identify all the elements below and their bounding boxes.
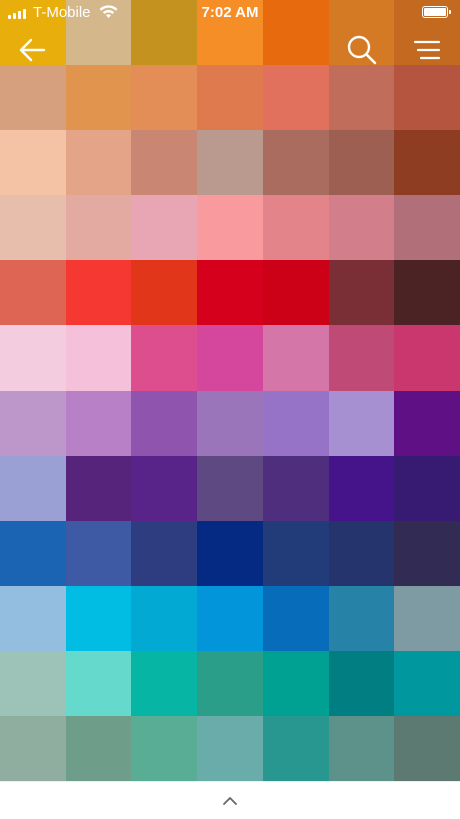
chevron-up-icon [223,796,237,805]
color-swatch[interactable] [328,325,395,391]
color-swatch[interactable] [197,650,263,716]
color-swatch[interactable] [197,715,263,781]
color-swatch[interactable] [65,195,132,261]
color-swatch[interactable] [394,195,460,261]
color-swatch[interactable] [262,65,329,131]
color-swatch[interactable] [328,130,395,196]
search-button[interactable] [342,30,382,70]
color-swatch-grid [0,0,460,781]
color-swatch[interactable] [131,715,198,781]
color-swatch[interactable] [262,715,329,781]
color-swatch[interactable] [131,650,198,716]
color-swatch[interactable] [262,520,329,586]
color-swatch[interactable] [394,650,460,716]
color-swatch[interactable] [65,325,132,391]
color-swatch[interactable] [328,585,395,651]
color-swatch[interactable] [0,195,66,261]
color-swatch[interactable] [131,455,198,521]
color-swatch[interactable] [131,195,198,261]
color-swatch[interactable] [328,455,395,521]
color-swatch[interactable] [197,130,263,196]
color-swatch[interactable] [262,455,329,521]
color-swatch[interactable] [65,65,132,131]
color-swatch[interactable] [65,520,132,586]
color-swatch[interactable] [65,260,132,326]
menu-icon [413,40,441,60]
color-swatch[interactable] [394,390,460,456]
status-bar: T-Mobile 7:02 AM [0,0,460,26]
color-swatch[interactable] [197,65,263,131]
color-swatch[interactable] [197,195,263,261]
color-swatch[interactable] [394,325,460,391]
color-swatch[interactable] [262,260,329,326]
color-swatch[interactable] [131,585,198,651]
color-swatch[interactable] [131,65,198,131]
color-swatch[interactable] [394,520,460,586]
color-swatch[interactable] [328,390,395,456]
color-swatch[interactable] [328,715,395,781]
color-swatch[interactable] [394,260,460,326]
expand-drawer-button[interactable] [210,786,250,816]
color-swatch[interactable] [328,650,395,716]
color-swatch[interactable] [0,715,66,781]
color-swatch[interactable] [197,520,263,586]
color-swatch[interactable] [328,520,395,586]
color-swatch[interactable] [328,195,395,261]
color-swatch[interactable] [0,650,66,716]
clock: 7:02 AM [201,4,259,21]
color-swatch[interactable] [394,585,460,651]
color-swatch[interactable] [131,520,198,586]
color-swatch[interactable] [131,390,198,456]
color-swatch[interactable] [0,260,66,326]
color-swatch[interactable] [328,65,395,131]
color-swatch[interactable] [197,455,263,521]
color-swatch[interactable] [394,65,460,131]
color-swatch[interactable] [65,650,132,716]
color-swatch[interactable] [197,260,263,326]
color-swatch[interactable] [65,390,132,456]
color-swatch[interactable] [262,390,329,456]
color-swatch[interactable] [0,130,66,196]
color-swatch[interactable] [394,455,460,521]
back-button[interactable] [12,30,52,70]
color-swatch[interactable] [0,65,66,131]
arrow-left-icon [19,38,46,62]
color-swatch[interactable] [131,130,198,196]
battery-icon [422,6,451,18]
color-swatch[interactable] [197,325,263,391]
color-swatch[interactable] [65,585,132,651]
color-swatch[interactable] [131,325,198,391]
color-swatch[interactable] [65,455,132,521]
color-swatch[interactable] [0,390,66,456]
color-swatch[interactable] [262,650,329,716]
color-swatch[interactable] [262,130,329,196]
search-icon [347,35,377,65]
color-swatch[interactable] [197,585,263,651]
color-swatch[interactable] [328,260,395,326]
color-swatch[interactable] [131,260,198,326]
color-swatch[interactable] [0,325,66,391]
color-swatch[interactable] [394,130,460,196]
color-swatch[interactable] [0,520,66,586]
color-swatch[interactable] [262,195,329,261]
menu-button[interactable] [407,30,447,70]
color-swatch[interactable] [0,585,66,651]
color-swatch[interactable] [394,715,460,781]
color-swatch[interactable] [65,715,132,781]
color-swatch[interactable] [262,325,329,391]
color-swatch[interactable] [65,130,132,196]
color-swatch[interactable] [262,585,329,651]
color-swatch[interactable] [0,455,66,521]
color-swatch[interactable] [197,390,263,456]
bottom-drawer-bar[interactable] [0,781,460,819]
